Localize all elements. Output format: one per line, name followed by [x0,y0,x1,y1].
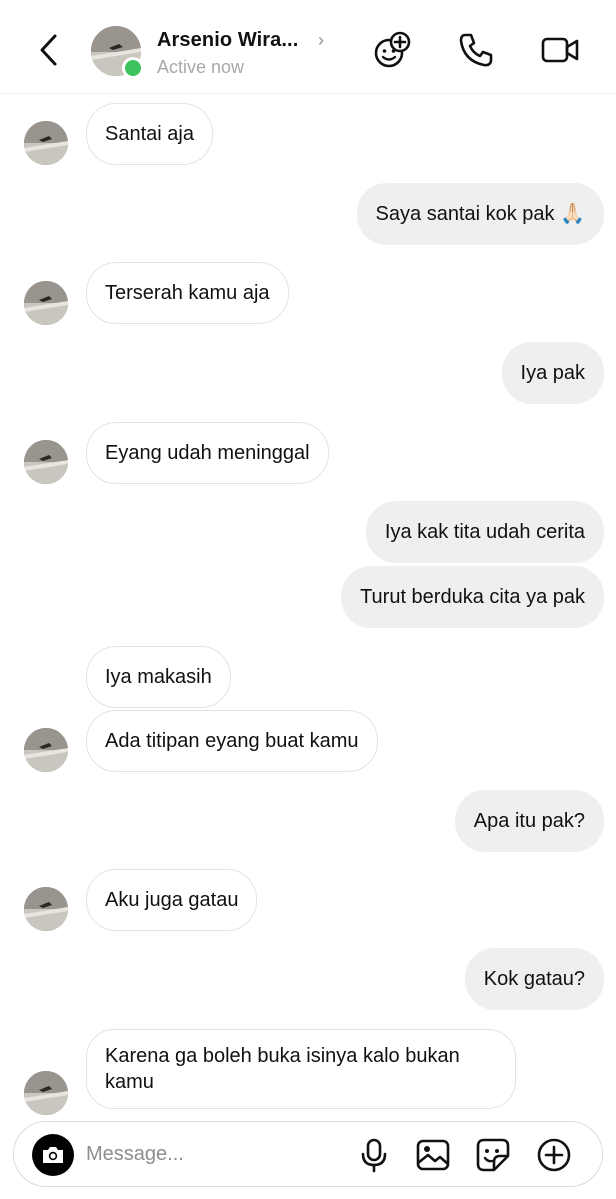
sticker-icon[interactable] [474,1136,512,1174]
message-bubble-incoming[interactable]: Ada titipan eyang buat kamu [86,710,378,772]
chat-header: Arsenio Wira... › Active now [0,0,616,94]
chevron-right-icon[interactable]: › [318,30,324,51]
message-bubble-incoming[interactable]: Terserah kamu aja [86,262,289,324]
message-bubble-outgoing[interactable]: Turut berduka cita ya pak [341,566,604,628]
online-status-dot [122,57,144,79]
message-bubble-outgoing[interactable]: Kok gatau? [464,948,604,1010]
message-bubble-incoming[interactable]: Karena ga boleh buka isinya kalo bukan k… [86,1029,516,1109]
message-bubble-incoming[interactable]: Aku juga gatau [86,869,258,931]
message-bubble-outgoing[interactable]: Iya pak [501,342,604,404]
avatar[interactable] [24,887,68,931]
message-composer [13,1121,603,1187]
message-bubble-outgoing[interactable]: Apa itu pak? [454,790,604,852]
video-call-icon[interactable] [540,30,580,70]
avatar[interactable] [24,121,68,165]
phone-icon[interactable] [456,30,496,70]
microphone-icon[interactable] [355,1136,393,1174]
avatar[interactable] [24,440,68,484]
message-bubble-incoming[interactable]: Iya makasih [86,646,231,708]
gallery-icon[interactable] [414,1136,452,1174]
avatar[interactable] [24,728,68,772]
plus-icon[interactable] [535,1136,573,1174]
avatar[interactable] [24,281,68,325]
message-thread[interactable]: Santai aja Saya santai kok pak 🙏🏻 Terser… [0,95,616,1117]
effects-icon[interactable] [372,30,412,70]
message-bubble-outgoing[interactable]: Iya kak tita udah cerita [365,501,604,563]
avatar[interactable] [24,1071,68,1115]
camera-icon[interactable] [32,1134,74,1176]
message-bubble-incoming[interactable]: Eyang udah meninggal [86,422,329,484]
back-chevron-icon[interactable] [30,30,66,70]
message-bubble-outgoing[interactable]: Saya santai kok pak 🙏🏻 [356,183,604,245]
contact-name[interactable]: Arsenio Wira... [157,29,298,52]
active-status: Active now [157,57,245,77]
message-bubble-incoming[interactable]: Santai aja [86,103,213,165]
message-input[interactable] [86,1139,346,1169]
